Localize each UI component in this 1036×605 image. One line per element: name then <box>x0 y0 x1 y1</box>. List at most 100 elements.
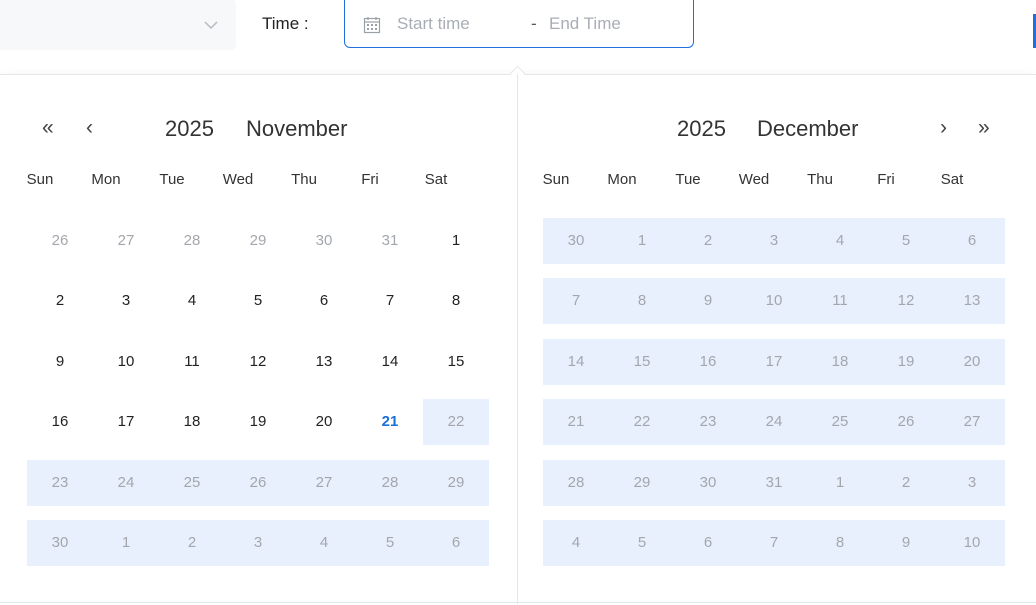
right-year[interactable]: 2025 <box>677 116 726 142</box>
right-day-cell[interactable]: 23 <box>678 399 738 445</box>
right-day-cell[interactable]: 6 <box>942 218 1002 264</box>
left-day-cell[interactable]: 7 <box>360 278 420 324</box>
dropdown-select[interactable] <box>0 0 236 50</box>
left-day-cell[interactable]: 3 <box>96 278 156 324</box>
left-day-cell[interactable]: 28 <box>162 218 222 264</box>
left-day-cell[interactable]: 13 <box>294 339 354 385</box>
left-day-cell[interactable]: 21 <box>360 399 420 445</box>
left-weekday-sun: Sun <box>26 171 54 188</box>
start-time-input[interactable]: Start time <box>397 14 470 34</box>
left-day-cell[interactable]: 4 <box>162 278 222 324</box>
left-day-cell[interactable]: 30 <box>294 218 354 264</box>
right-day-cell[interactable]: 28 <box>546 460 606 506</box>
right-weekday-wed: Wed <box>738 171 770 188</box>
right-day-cell[interactable]: 24 <box>744 399 804 445</box>
left-day-cell[interactable]: 4 <box>294 520 354 566</box>
left-day-cell[interactable]: 30 <box>30 520 90 566</box>
right-day-cell[interactable]: 7 <box>546 278 606 324</box>
right-day-cell[interactable]: 8 <box>810 520 870 566</box>
left-weekday-sat: Sat <box>424 171 448 188</box>
right-day-cell[interactable]: 19 <box>876 339 936 385</box>
right-day-cell[interactable]: 9 <box>876 520 936 566</box>
left-day-cell[interactable]: 18 <box>162 399 222 445</box>
left-day-cell[interactable]: 1 <box>426 218 486 264</box>
right-day-cell[interactable]: 16 <box>678 339 738 385</box>
right-day-cell[interactable]: 5 <box>876 218 936 264</box>
next-year-button[interactable]: » <box>978 116 990 140</box>
right-day-cell[interactable]: 1 <box>612 218 672 264</box>
left-day-cell[interactable]: 14 <box>360 339 420 385</box>
right-day-cell[interactable]: 10 <box>942 520 1002 566</box>
left-day-cell[interactable]: 23 <box>30 460 90 506</box>
left-day-cell[interactable]: 5 <box>228 278 288 324</box>
left-day-cell[interactable]: 25 <box>162 460 222 506</box>
left-month[interactable]: November <box>246 116 347 142</box>
right-day-cell[interactable]: 13 <box>942 278 1002 324</box>
left-day-cell[interactable]: 2 <box>30 278 90 324</box>
left-day-cell[interactable]: 5 <box>360 520 420 566</box>
left-day-cell[interactable]: 27 <box>96 218 156 264</box>
left-day-cell[interactable]: 16 <box>30 399 90 445</box>
left-year[interactable]: 2025 <box>165 116 214 142</box>
right-month[interactable]: December <box>757 116 858 142</box>
right-day-cell[interactable]: 2 <box>678 218 738 264</box>
right-day-cell[interactable]: 1 <box>810 460 870 506</box>
left-day-cell[interactable]: 11 <box>162 339 222 385</box>
left-day-cell[interactable]: 12 <box>228 339 288 385</box>
end-time-input[interactable]: End Time <box>549 14 621 34</box>
right-day-cell[interactable]: 3 <box>942 460 1002 506</box>
right-day-cell[interactable]: 15 <box>612 339 672 385</box>
prev-month-button[interactable]: ‹ <box>86 116 93 140</box>
right-day-cell[interactable]: 29 <box>612 460 672 506</box>
right-day-cell[interactable]: 20 <box>942 339 1002 385</box>
range-separator: - <box>531 14 537 33</box>
prev-year-button[interactable]: « <box>42 116 54 140</box>
right-day-cell[interactable]: 30 <box>546 218 606 264</box>
right-day-cell[interactable]: 11 <box>810 278 870 324</box>
right-day-cell[interactable]: 4 <box>810 218 870 264</box>
right-day-cell[interactable]: 21 <box>546 399 606 445</box>
left-day-cell[interactable]: 15 <box>426 339 486 385</box>
left-day-cell[interactable]: 20 <box>294 399 354 445</box>
right-day-cell[interactable]: 12 <box>876 278 936 324</box>
right-day-cell[interactable]: 26 <box>876 399 936 445</box>
left-day-cell[interactable]: 10 <box>96 339 156 385</box>
left-day-cell[interactable]: 8 <box>426 278 486 324</box>
right-day-cell[interactable]: 25 <box>810 399 870 445</box>
left-day-cell[interactable]: 26 <box>228 460 288 506</box>
right-day-cell[interactable]: 10 <box>744 278 804 324</box>
right-day-cell[interactable]: 8 <box>612 278 672 324</box>
left-day-cell[interactable]: 29 <box>426 460 486 506</box>
right-day-cell[interactable]: 27 <box>942 399 1002 445</box>
right-day-cell[interactable]: 2 <box>876 460 936 506</box>
right-day-cell[interactable]: 9 <box>678 278 738 324</box>
left-day-cell[interactable]: 6 <box>426 520 486 566</box>
right-day-cell[interactable]: 17 <box>744 339 804 385</box>
left-day-cell[interactable]: 1 <box>96 520 156 566</box>
left-day-cell[interactable]: 17 <box>96 399 156 445</box>
right-day-cell[interactable]: 31 <box>744 460 804 506</box>
left-day-cell[interactable]: 9 <box>30 339 90 385</box>
right-day-cell[interactable]: 3 <box>744 218 804 264</box>
right-day-cell[interactable]: 7 <box>744 520 804 566</box>
left-day-cell[interactable]: 31 <box>360 218 420 264</box>
left-day-cell[interactable]: 24 <box>96 460 156 506</box>
left-day-cell[interactable]: 6 <box>294 278 354 324</box>
left-day-cell[interactable]: 26 <box>30 218 90 264</box>
next-month-button[interactable]: › <box>940 116 947 140</box>
right-day-cell[interactable]: 4 <box>546 520 606 566</box>
right-day-cell[interactable]: 14 <box>546 339 606 385</box>
right-day-cell[interactable]: 22 <box>612 399 672 445</box>
right-day-cell[interactable]: 6 <box>678 520 738 566</box>
left-day-cell[interactable]: 29 <box>228 218 288 264</box>
left-day-cell[interactable]: 28 <box>360 460 420 506</box>
left-day-cell[interactable]: 3 <box>228 520 288 566</box>
right-day-cell[interactable]: 18 <box>810 339 870 385</box>
left-day-cell[interactable]: 22 <box>426 399 486 445</box>
left-day-cell[interactable]: 27 <box>294 460 354 506</box>
right-day-cell[interactable]: 30 <box>678 460 738 506</box>
right-day-cell[interactable]: 5 <box>612 520 672 566</box>
left-day-cell[interactable]: 2 <box>162 520 222 566</box>
date-range-picker[interactable]: Start time - End Time <box>344 0 694 48</box>
left-day-cell[interactable]: 19 <box>228 399 288 445</box>
